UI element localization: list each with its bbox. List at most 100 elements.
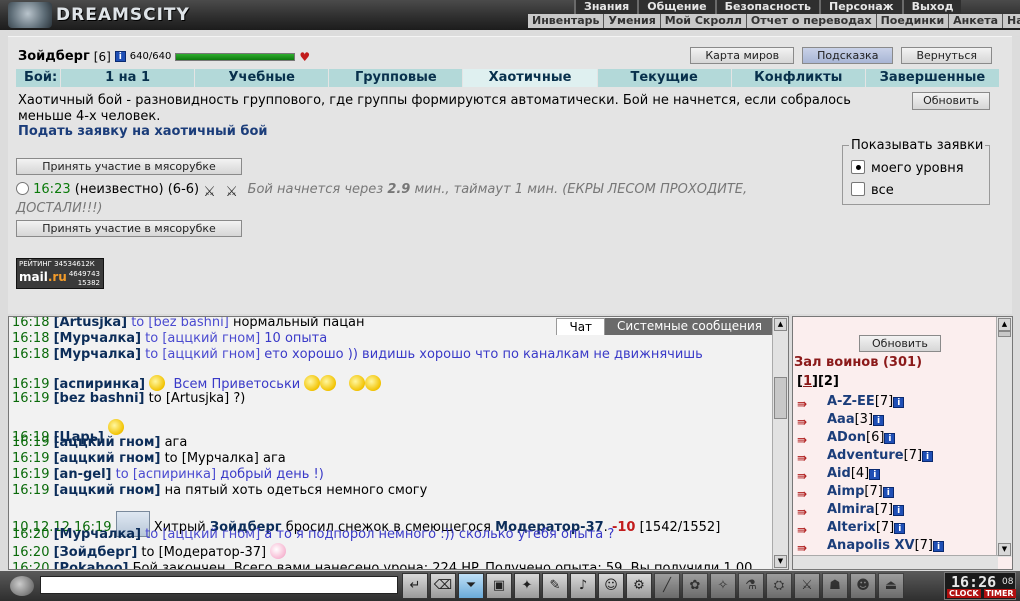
battle-request-icon[interactable]: ⇛ xyxy=(797,395,817,411)
timer-label[interactable]: TIMER xyxy=(983,589,1016,598)
players-scrollbar[interactable]: ▲ ▼ xyxy=(996,317,1012,557)
chat-time[interactable]: 16:19 xyxy=(12,391,49,406)
info-icon[interactable]: i xyxy=(869,469,881,480)
fight-icon[interactable]: ✦ xyxy=(514,573,540,599)
slash-icon[interactable]: ╱ xyxy=(654,573,680,599)
menu-knowledge[interactable]: Знания xyxy=(574,0,638,14)
players-refresh-button[interactable]: Обновить xyxy=(859,335,941,352)
chat-head-icon[interactable] xyxy=(10,576,34,596)
player-name[interactable]: Aimp xyxy=(827,484,864,499)
menu-character[interactable]: Персонаж xyxy=(819,0,902,14)
menu-exit[interactable]: Выход xyxy=(901,0,962,14)
player-name[interactable]: Aaa xyxy=(827,412,855,427)
chat-nick[interactable]: [Artusjka] xyxy=(54,317,127,330)
player-name[interactable]: Adventure xyxy=(827,448,904,463)
info-icon[interactable]: i xyxy=(894,523,906,534)
submenu-inventory[interactable]: Инвентарь xyxy=(528,14,605,28)
tab-chat[interactable]: Чат xyxy=(556,318,606,335)
battle-request-icon[interactable]: ⇛ xyxy=(797,539,817,555)
refresh-button[interactable]: Обновить xyxy=(912,92,990,110)
player-name[interactable]: Alterix xyxy=(827,520,876,535)
menu-security[interactable]: Безопасность xyxy=(714,0,819,14)
player-name[interactable]: ADon xyxy=(827,430,866,445)
submenu-my-scroll[interactable]: Мой Скролл xyxy=(661,14,747,28)
battle-request-icon[interactable]: ⇛ xyxy=(797,485,817,501)
join-meatgrinder-button-2[interactable]: Принять участие в мясорубке xyxy=(16,220,242,237)
players-scroll-thumb[interactable] xyxy=(998,331,1011,337)
tab-finished[interactable]: Завершенные xyxy=(864,69,999,87)
translit-icon[interactable]: ⚙ xyxy=(626,573,652,599)
battle-request-icon[interactable]: ⇛ xyxy=(797,449,817,465)
tab-group[interactable]: Групповые xyxy=(328,69,462,87)
battle-request-icon[interactable]: ⇛ xyxy=(797,413,817,429)
bag-icon[interactable]: ✿ xyxy=(682,573,708,599)
option-all[interactable]: все xyxy=(851,182,894,198)
submenu-skills[interactable]: Умения xyxy=(604,14,661,28)
submenu-settings[interactable]: Настр xyxy=(1003,14,1020,28)
chat-nick[interactable]: [Зойдберг] xyxy=(54,545,138,560)
chat-nick[interactable]: [аццкий гном] xyxy=(54,451,161,466)
all-radio[interactable] xyxy=(851,182,865,196)
chat-nick[interactable]: [Мурчалка] xyxy=(54,331,141,346)
chat-nick[interactable]: [bez bashni] xyxy=(54,391,145,406)
player-name[interactable]: Aid xyxy=(827,466,851,481)
chat-time[interactable]: 16:20 xyxy=(12,527,49,542)
chat-time[interactable]: 16:19 xyxy=(12,377,49,392)
magic-icon[interactable]: ✧ xyxy=(710,573,736,599)
chat-nick[interactable]: [Мурчалка] xyxy=(54,347,141,362)
battle-request-icon[interactable]: ⇛ xyxy=(797,431,817,447)
eraser-icon[interactable]: ⌫ xyxy=(430,573,456,599)
clock-label[interactable]: CLOCK xyxy=(947,589,981,598)
site-logo[interactable]: DREAMSCITY xyxy=(2,0,202,30)
smiley-icon[interactable]: ☺ xyxy=(598,573,624,599)
scroll-up-icon[interactable]: ▲ xyxy=(774,318,787,331)
chat-nick[interactable]: [аццкий гном] xyxy=(54,435,161,450)
filter-icon[interactable]: ⏷ xyxy=(458,573,484,599)
battle-request-icon[interactable]: ⇛ xyxy=(797,467,817,483)
option-my-level[interactable]: моего уровня xyxy=(851,160,964,176)
tab-system-messages[interactable]: Системные сообщения xyxy=(605,318,774,335)
my-level-radio[interactable] xyxy=(851,160,865,174)
scroll-icon[interactable]: ⛭ xyxy=(766,573,792,599)
chat-time[interactable]: 16:18 xyxy=(12,331,49,346)
scroll-up-icon[interactable]: ▲ xyxy=(998,318,1011,331)
private-icon[interactable]: ✎ xyxy=(542,573,568,599)
scroll-down-icon[interactable]: ▼ xyxy=(774,555,787,568)
tab-one-on-one[interactable]: 1 на 1 xyxy=(60,69,194,87)
chat-time[interactable]: 16:18 xyxy=(12,347,49,362)
chat-scroll-thumb[interactable] xyxy=(774,377,787,419)
info-icon[interactable]: i xyxy=(893,505,905,516)
chat-time[interactable]: 16:19 xyxy=(12,451,49,466)
battle-request-icon[interactable]: ⇛ xyxy=(797,521,817,537)
players-hscrollbar[interactable] xyxy=(793,555,998,569)
friends-icon[interactable]: ☻ xyxy=(850,573,876,599)
player-name[interactable]: Almira xyxy=(827,502,875,517)
chat-time[interactable]: 16:18 xyxy=(12,317,49,330)
tab-training[interactable]: Учебные xyxy=(194,69,328,87)
info-icon[interactable]: i xyxy=(114,51,126,62)
apply-chaotic-link[interactable]: Подать заявку на хаотичный бой xyxy=(18,124,268,139)
scroll-down-icon[interactable]: ▼ xyxy=(998,543,1011,556)
tab-current[interactable]: Текущие xyxy=(596,69,731,87)
chat-nick[interactable]: [аспиринка] xyxy=(54,377,145,392)
chat-time[interactable]: 16:19 xyxy=(12,483,49,498)
world-map-button[interactable]: Карта миров xyxy=(690,47,795,64)
info-icon[interactable]: i xyxy=(893,397,905,408)
chat-time[interactable]: 16:19 xyxy=(12,435,49,450)
chat-nick[interactable]: [Мурчалка] xyxy=(54,527,141,542)
clock-widget[interactable]: 16:26 08 CLOCK TIMER xyxy=(944,572,1016,600)
exit-icon[interactable]: ⏏ xyxy=(878,573,904,599)
chat-time[interactable]: 16:19 xyxy=(12,467,49,482)
info-icon[interactable]: i xyxy=(933,541,945,552)
join-meatgrinder-button[interactable]: Принять участие в мясорубке xyxy=(16,158,242,175)
send-icon[interactable]: ↵ xyxy=(402,573,428,599)
request-radio[interactable] xyxy=(16,182,29,195)
return-button[interactable]: Вернуться xyxy=(901,47,992,64)
player-name[interactable]: Anapolis XV xyxy=(827,538,915,553)
character-name[interactable]: Зойдберг xyxy=(18,49,90,64)
chat-time[interactable]: 16:20 xyxy=(12,561,49,569)
player-name[interactable]: A-Z-EE xyxy=(827,394,875,409)
info-icon[interactable]: i xyxy=(882,487,894,498)
battle-request-icon[interactable]: ⇛ xyxy=(797,503,817,519)
submenu-profile[interactable]: Анкета xyxy=(949,14,1003,28)
